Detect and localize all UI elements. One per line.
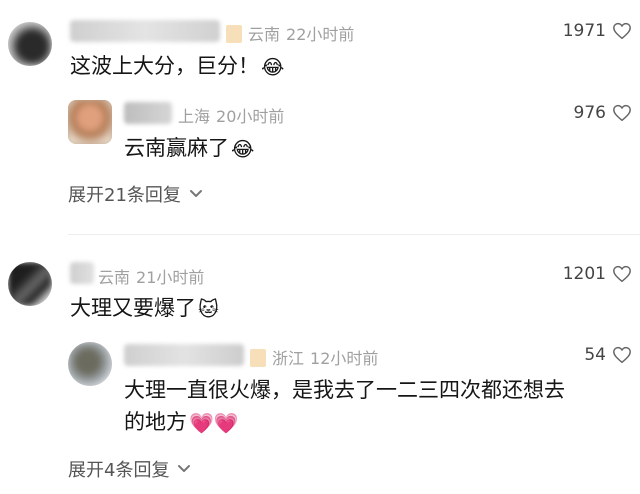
reply-username-blurred[interactable] bbox=[124, 344, 244, 366]
laugh-cry-emoji-icon: 😂 bbox=[261, 55, 285, 79]
comment-time: 21小时前 bbox=[136, 268, 205, 287]
avatar-image bbox=[8, 22, 52, 66]
like-count: 1971 bbox=[562, 21, 606, 41]
badge-icon bbox=[226, 25, 242, 43]
reply-meta: 浙江 12小时前 bbox=[250, 345, 384, 369]
username-blurred[interactable] bbox=[70, 20, 220, 42]
heart-outline-icon bbox=[613, 104, 631, 122]
reply-avatar[interactable] bbox=[68, 100, 112, 144]
comment-location: 云南 bbox=[98, 268, 131, 287]
reply-like-count: 54 bbox=[584, 345, 606, 365]
avatar[interactable] bbox=[8, 262, 52, 306]
like-button[interactable]: 1971 bbox=[563, 21, 632, 41]
badge-icon bbox=[250, 349, 266, 367]
comment-location: 云南 bbox=[248, 25, 281, 44]
reply-location: 上海 bbox=[178, 107, 211, 126]
reply-like-button[interactable]: 976 bbox=[574, 103, 632, 123]
chevron-down-icon bbox=[189, 190, 202, 197]
heart-outline-icon bbox=[613, 346, 631, 364]
expand-replies-label: 展开21条回复 bbox=[68, 185, 181, 206]
username-blurred[interactable] bbox=[70, 262, 94, 284]
reply-like-count: 976 bbox=[573, 103, 606, 123]
comment-text: 大理又要爆了 🐱 bbox=[70, 292, 219, 322]
doge-emoji-icon: 🐱 bbox=[198, 297, 219, 321]
heart-outline-icon bbox=[613, 22, 631, 40]
like-button[interactable]: 1201 bbox=[563, 264, 632, 284]
reply-avatar-image bbox=[68, 100, 112, 144]
divider bbox=[68, 234, 640, 235]
reply-avatar[interactable] bbox=[68, 342, 112, 386]
expand-replies-button[interactable]: 展开21条回复 bbox=[68, 181, 203, 207]
avatar[interactable] bbox=[8, 22, 52, 66]
reply-text-line2: 的地方 💗💗 bbox=[124, 406, 239, 436]
reply-avatar-image bbox=[68, 342, 112, 386]
heart-emoji-icon: 💗💗 bbox=[189, 411, 239, 435]
expand-replies-button[interactable]: 展开4条回复 bbox=[68, 456, 191, 482]
like-count: 1201 bbox=[562, 264, 606, 284]
reply-like-button[interactable]: 54 bbox=[584, 345, 632, 365]
reply-text-content: 云南赢麻了 bbox=[124, 136, 229, 160]
reply-text: 云南赢麻了 😂 bbox=[124, 132, 254, 162]
comment-meta: 云南 21小时前 bbox=[98, 264, 210, 288]
comment-text: 这波上大分，巨分！ 😂 bbox=[70, 50, 284, 80]
heart-outline-icon bbox=[613, 265, 631, 283]
reply-text-content-cont: 的地方 bbox=[124, 410, 187, 434]
expand-replies-label: 展开4条回复 bbox=[68, 460, 170, 481]
comment-meta: 云南 22小时前 bbox=[226, 21, 360, 45]
comment-text-content: 大理又要爆了 bbox=[70, 296, 196, 320]
reply-meta: 上海 20小时前 bbox=[178, 103, 290, 127]
avatar-image bbox=[8, 262, 52, 306]
reply-username-blurred[interactable] bbox=[124, 102, 172, 124]
reply-location: 浙江 bbox=[272, 349, 305, 368]
chevron-down-icon bbox=[178, 465, 191, 472]
reply-time: 12小时前 bbox=[310, 349, 379, 368]
comment-text-content: 这波上大分，巨分！ bbox=[70, 54, 259, 78]
reply-text-line1: 大理一直很火爆，是我去了一二三四次都还想去 bbox=[124, 374, 565, 404]
laugh-cry-emoji-icon: 😂 bbox=[231, 137, 255, 161]
reply-text-content: 大理一直很火爆，是我去了一二三四次都还想去 bbox=[124, 378, 565, 402]
comment-time: 22小时前 bbox=[286, 25, 355, 44]
reply-time: 20小时前 bbox=[216, 107, 285, 126]
